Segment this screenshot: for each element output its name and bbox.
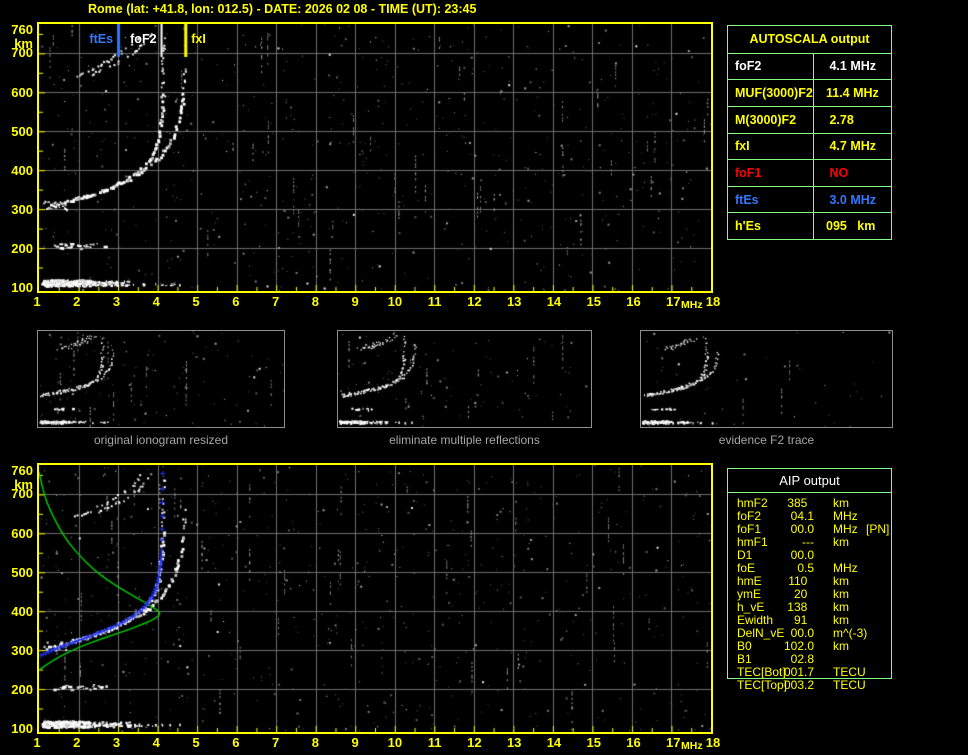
aip-row: TEC[Top]003.2TECU <box>727 679 892 692</box>
y-tick-label: 400 <box>0 164 33 178</box>
x-tick-label: 3 <box>102 736 132 749</box>
y-tick-label: 600 <box>0 86 33 100</box>
autoscala-row-value: 3.0 MHz <box>814 186 891 213</box>
x-tick-label: 7 <box>261 295 291 308</box>
aip-row-unit: km <box>833 640 849 653</box>
x-tick-label: 9 <box>340 736 370 749</box>
aip-table-header: AIP output <box>727 468 892 493</box>
x-tick-label: 13 <box>499 736 529 749</box>
marker-label-foF2: foF2 <box>114 33 157 46</box>
x-tick-label: 6 <box>221 736 251 749</box>
x-tick-label: 1 <box>22 736 52 749</box>
autoscala-app-window: { "title": "Rome (lat: +41.8, lon: 012.5… <box>0 0 968 755</box>
y-tick-label: 200 <box>0 683 33 697</box>
autoscala-row-label: fxI <box>728 133 814 160</box>
autoscala-row-label: M(3000)F2 <box>728 106 814 133</box>
x-tick-label: 16 <box>618 295 648 308</box>
x-tick-label: 11 <box>420 295 450 308</box>
x-tick-label: 1 <box>22 295 52 308</box>
x-tick-label: 10 <box>380 736 410 749</box>
y-tick-label: 100 <box>0 281 33 295</box>
y-axis-unit-label: km <box>0 37 33 51</box>
thumbnail-original-canvas <box>38 331 284 427</box>
x-tick-label: 15 <box>579 295 609 308</box>
profile-chart <box>37 463 713 734</box>
aip-table: hmF2385 kmfoF204.1MHzfoF100.0MHz[PN]hmF1… <box>727 497 892 692</box>
thumbnail-evidence-f2 <box>640 330 893 428</box>
autoscala-row-label: ftEs <box>728 186 814 213</box>
autoscala-row-label: MUF(3000)F2 <box>728 79 814 106</box>
marker-label-fxI: fxI <box>191 33 206 46</box>
aip-row-value: 003.2 <box>757 679 814 692</box>
x-tick-label: 8 <box>300 295 330 308</box>
y-tick-label: 760 <box>0 464 33 478</box>
autoscala-row-value: 4.7 MHz <box>814 133 891 160</box>
x-tick-label: 8 <box>300 736 330 749</box>
autoscala-row-label: foF2 <box>728 53 814 80</box>
thumbnail-original-ionogram <box>37 330 285 428</box>
x-axis-unit-label: MHz <box>681 299 703 311</box>
aip-row-unit: TECU <box>833 679 866 692</box>
autoscala-row-value: 4.1 MHz <box>814 53 891 80</box>
x-tick-label: 3 <box>102 295 132 308</box>
aip-row-note: [PN] <box>866 523 889 536</box>
y-tick-label: 100 <box>0 722 33 736</box>
x-tick-label: 13 <box>499 295 529 308</box>
x-tick-label: 11 <box>420 736 450 749</box>
y-tick-label: 400 <box>0 605 33 619</box>
y-tick-label: 500 <box>0 566 33 580</box>
autoscala-row-label: foF1 <box>728 159 814 186</box>
marker-label-ftEs: ftEs <box>70 33 113 46</box>
x-tick-label: 10 <box>380 295 410 308</box>
x-axis-unit-label: MHz <box>681 740 703 752</box>
autoscala-table: AUTOSCALA output foF2 4.1 MHzMUF(3000)F2… <box>727 25 892 240</box>
x-tick-label: 5 <box>181 295 211 308</box>
x-tick-label: 12 <box>459 736 489 749</box>
ionogram-canvas <box>39 24 711 291</box>
x-tick-label: 14 <box>539 295 569 308</box>
autoscala-row-value: NO <box>814 159 891 186</box>
autoscala-row-value: 095 km <box>814 212 891 239</box>
autoscala-row-value: 2.78 <box>814 106 891 133</box>
thumbnail-evidence-canvas <box>641 331 892 427</box>
x-tick-label: 9 <box>340 295 370 308</box>
y-tick-label: 600 <box>0 527 33 541</box>
y-tick-label: 300 <box>0 203 33 217</box>
station-date-title: Rome (lat: +41.8, lon: 012.5) - DATE: 20… <box>88 2 476 16</box>
x-tick-label: 6 <box>221 295 251 308</box>
y-tick-label: 300 <box>0 644 33 658</box>
x-tick-label: 15 <box>579 736 609 749</box>
x-tick-label: 16 <box>618 736 648 749</box>
x-tick-label: 2 <box>62 295 92 308</box>
thumbnail-eliminate-reflections <box>337 330 592 428</box>
thumbnail-caption: evidence F2 trace <box>640 433 893 447</box>
y-tick-label: 500 <box>0 125 33 139</box>
x-tick-label: 2 <box>62 736 92 749</box>
x-tick-label: 4 <box>141 295 171 308</box>
aip-row-unit: km <box>833 536 849 549</box>
autoscala-row-label: h'Es <box>728 212 814 239</box>
x-tick-label: 14 <box>539 736 569 749</box>
x-tick-label: 12 <box>459 295 489 308</box>
autoscala-row-value: 11.4 MHz <box>814 79 891 106</box>
thumbnail-eliminate-canvas <box>338 331 591 427</box>
x-tick-label: 4 <box>141 736 171 749</box>
y-tick-label: 760 <box>0 23 33 37</box>
y-axis-unit-label: km <box>0 478 33 492</box>
x-tick-label: 7 <box>261 736 291 749</box>
autoscala-table-header: AUTOSCALA output <box>728 26 891 53</box>
profile-canvas <box>39 465 711 732</box>
thumbnail-caption: original ionogram resized <box>37 433 285 447</box>
x-tick-label: 5 <box>181 736 211 749</box>
thumbnail-caption: eliminate multiple reflections <box>337 433 592 447</box>
y-tick-label: 200 <box>0 242 33 256</box>
ionogram-chart <box>37 22 713 293</box>
